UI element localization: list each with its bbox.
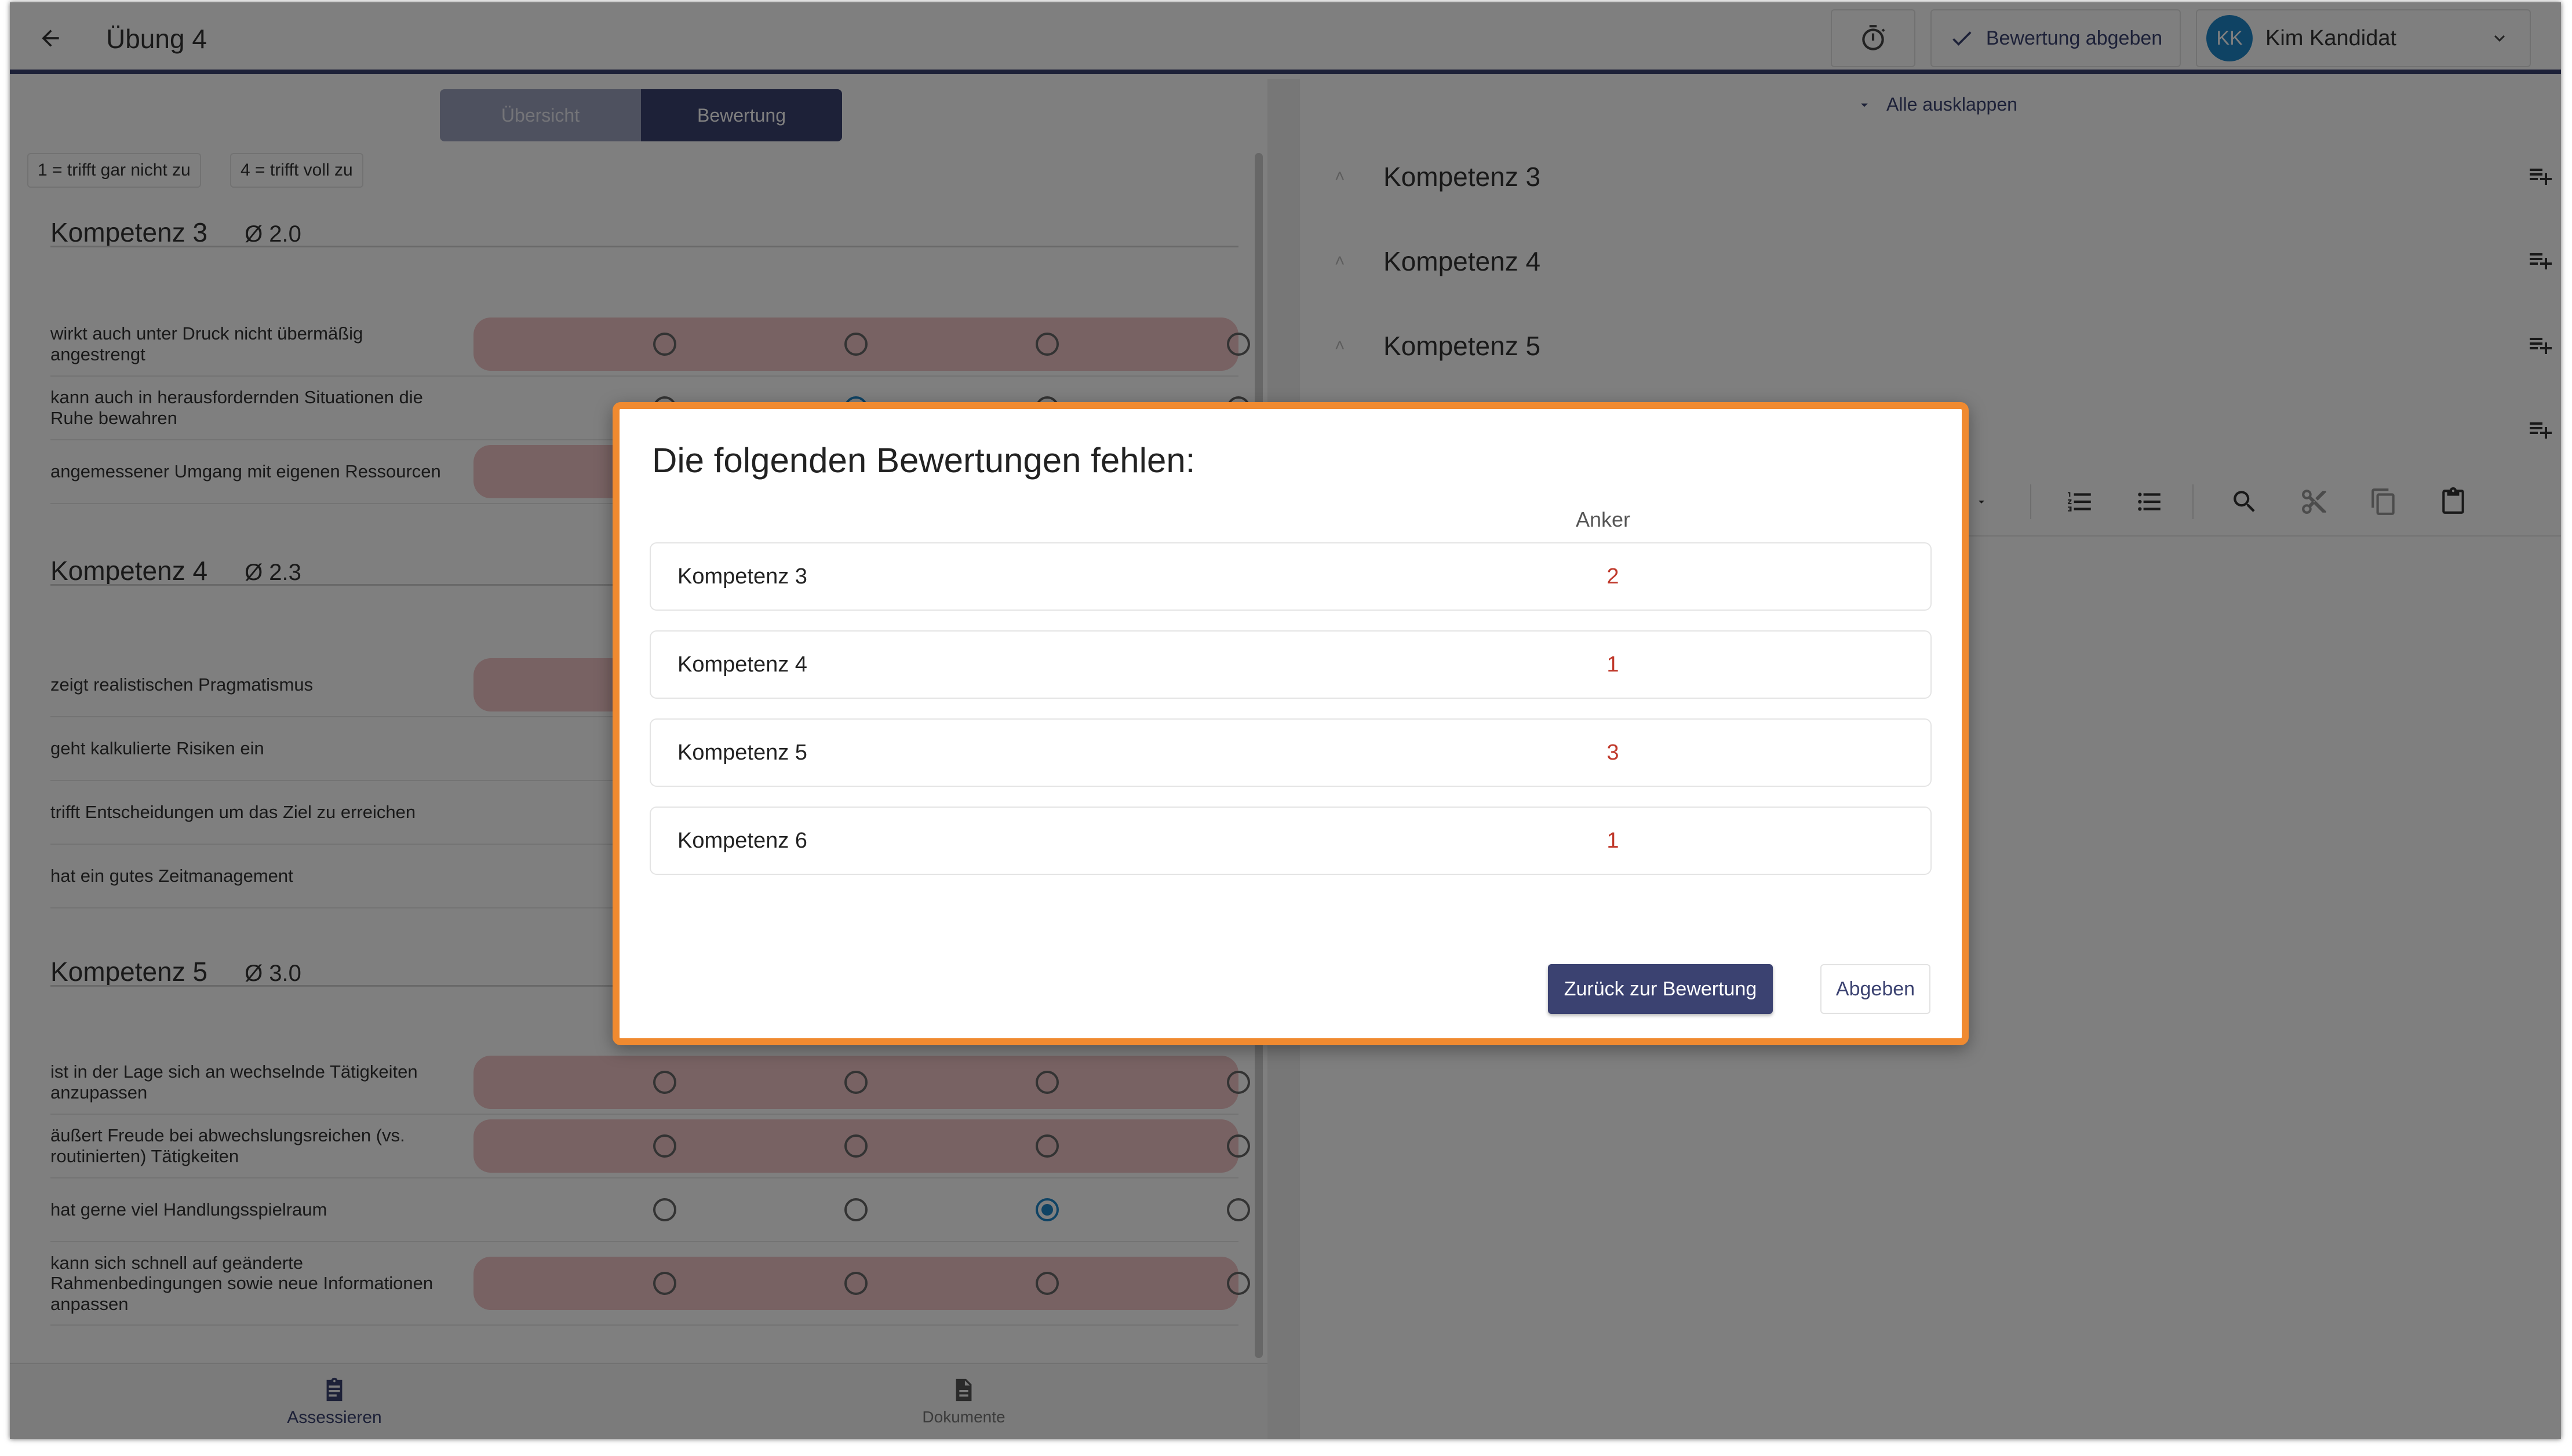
dialog-title: Die folgenden Bewertungen fehlen:	[652, 441, 1196, 480]
back-to-rating-button[interactable]: Zurück zur Bewertung	[1548, 964, 1773, 1014]
missing-anchor-count: 1	[1606, 828, 1619, 853]
missing-anchor-count: 1	[1606, 652, 1619, 677]
missing-anchor-count: 3	[1606, 740, 1619, 765]
missing-ratings-dialog: Die folgenden Bewertungen fehlen: Anker …	[613, 402, 1969, 1045]
column-header-anchor: Anker	[1576, 508, 1631, 531]
app-window: Übung 4 Bewertung abgeben KK Kim Kandida…	[10, 2, 2561, 1439]
competency-name: Kompetenz 3	[677, 564, 807, 589]
competency-name: Kompetenz 4	[677, 652, 807, 677]
missing-rating-row[interactable]: Kompetenz 5 3	[650, 718, 1932, 787]
competency-name: Kompetenz 5	[677, 740, 807, 765]
competency-name: Kompetenz 6	[677, 828, 807, 853]
submit-button[interactable]: Abgeben	[1820, 964, 1930, 1014]
missing-rating-row[interactable]: Kompetenz 4 1	[650, 630, 1932, 699]
missing-anchor-count: 2	[1606, 564, 1619, 589]
missing-rating-row[interactable]: Kompetenz 3 2	[650, 542, 1932, 611]
missing-rating-row[interactable]: Kompetenz 6 1	[650, 807, 1932, 875]
